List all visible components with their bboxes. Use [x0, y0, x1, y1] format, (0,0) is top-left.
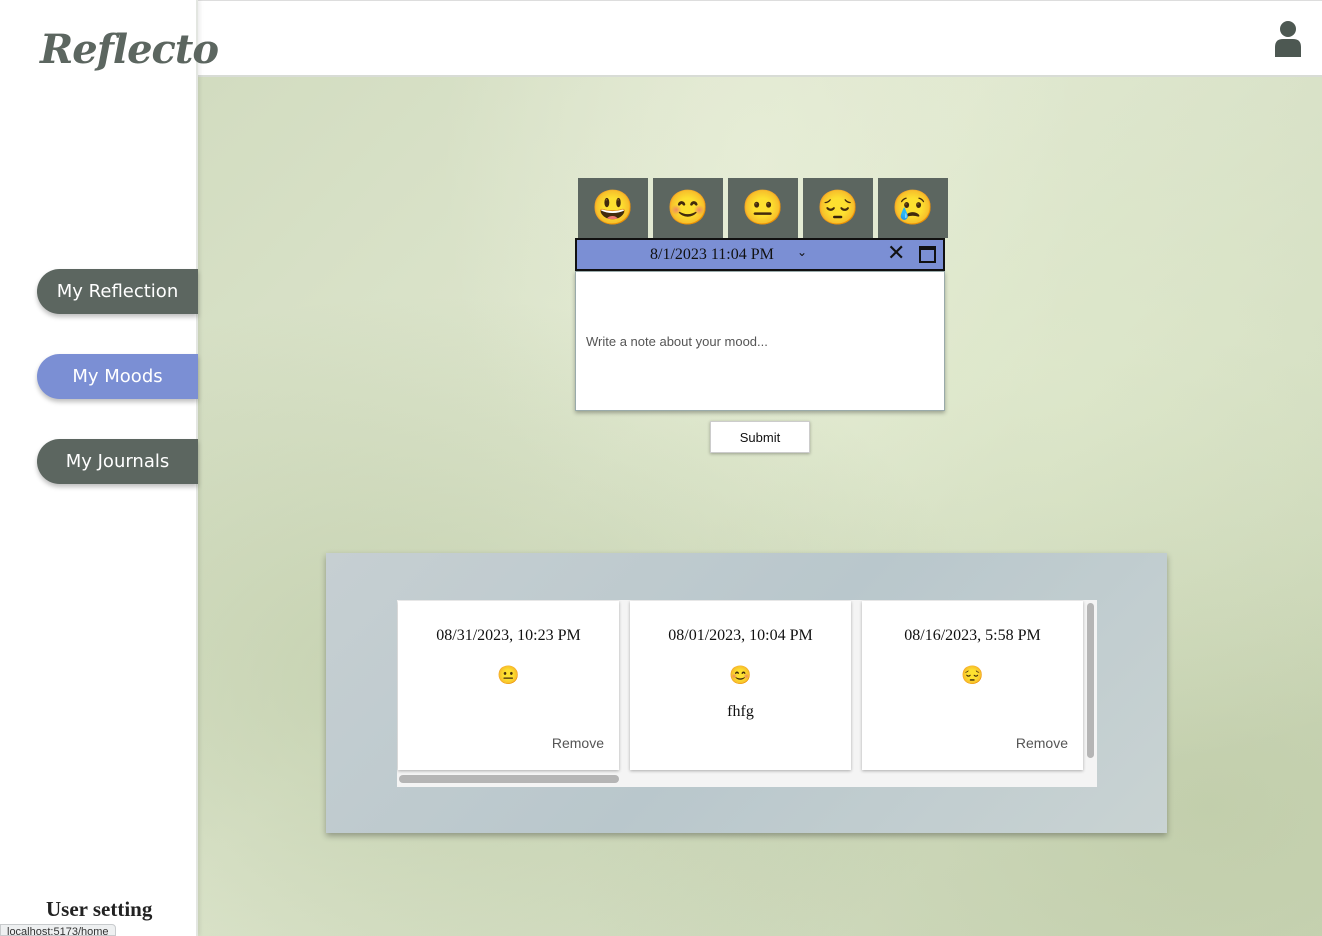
mood-history-panel: 08/31/2023, 10:23 PM 😐 Remove 08/01/2023…: [326, 553, 1167, 833]
smiling-face-icon: 😊: [729, 665, 752, 685]
chevron-down-icon[interactable]: ⌄: [797, 245, 807, 260]
status-bar-url: localhost:5173/home: [0, 924, 116, 936]
datetime-value[interactable]: 8/1/2023 11:04 PM: [650, 246, 774, 264]
grinning-face-icon[interactable]: 😃: [578, 178, 648, 238]
pensive-face-icon: 😔: [961, 665, 984, 685]
mood-card: 08/01/2023, 10:04 PM 😊 fhfg: [630, 601, 851, 770]
vertical-scrollbar[interactable]: [1087, 603, 1094, 758]
sidebar: Reflecto My Reflection My Moods My Journ…: [0, 0, 219, 936]
sidebar-item-my-journals[interactable]: My Journals: [37, 439, 198, 484]
card-date: 08/16/2023, 5:58 PM: [904, 627, 1041, 644]
remove-button[interactable]: Remove: [1016, 735, 1068, 751]
sidebar-item-my-moods[interactable]: My Moods: [37, 354, 198, 399]
sidebar-item-my-reflection[interactable]: My Reflection: [37, 269, 198, 314]
mood-card: 08/16/2023, 5:58 PM 😔 Remove: [862, 601, 1083, 770]
neutral-face-icon[interactable]: 😐: [728, 178, 798, 238]
app-logo[interactable]: Reflecto: [40, 26, 219, 73]
datetime-picker[interactable]: 8/1/2023 11:04 PM ⌄ ✕: [575, 238, 945, 271]
close-icon[interactable]: ✕: [887, 241, 905, 266]
calendar-icon[interactable]: [919, 246, 936, 263]
crying-face-icon[interactable]: 😢: [878, 178, 948, 238]
neutral-face-icon: 😐: [497, 665, 520, 685]
pensive-face-icon[interactable]: 😔: [803, 178, 873, 238]
remove-button[interactable]: Remove: [552, 735, 604, 751]
mood-history-scroll[interactable]: 08/31/2023, 10:23 PM 😐 Remove 08/01/2023…: [397, 600, 1097, 787]
mood-picker: 😃 😊 😐 😔 😢: [578, 178, 948, 238]
smiling-face-icon[interactable]: 😊: [653, 178, 723, 238]
mood-card: 08/31/2023, 10:23 PM 😐 Remove: [398, 601, 619, 770]
horizontal-scrollbar[interactable]: [399, 775, 619, 783]
card-note: fhfg: [727, 703, 754, 720]
user-profile-icon[interactable]: [1274, 19, 1302, 57]
card-date: 08/01/2023, 10:04 PM: [668, 627, 813, 644]
user-setting-link[interactable]: User setting: [46, 897, 152, 922]
mood-note-input[interactable]: [575, 271, 945, 411]
top-header: [198, 0, 1322, 77]
submit-button[interactable]: Submit: [710, 421, 810, 453]
card-date: 08/31/2023, 10:23 PM: [436, 627, 581, 644]
